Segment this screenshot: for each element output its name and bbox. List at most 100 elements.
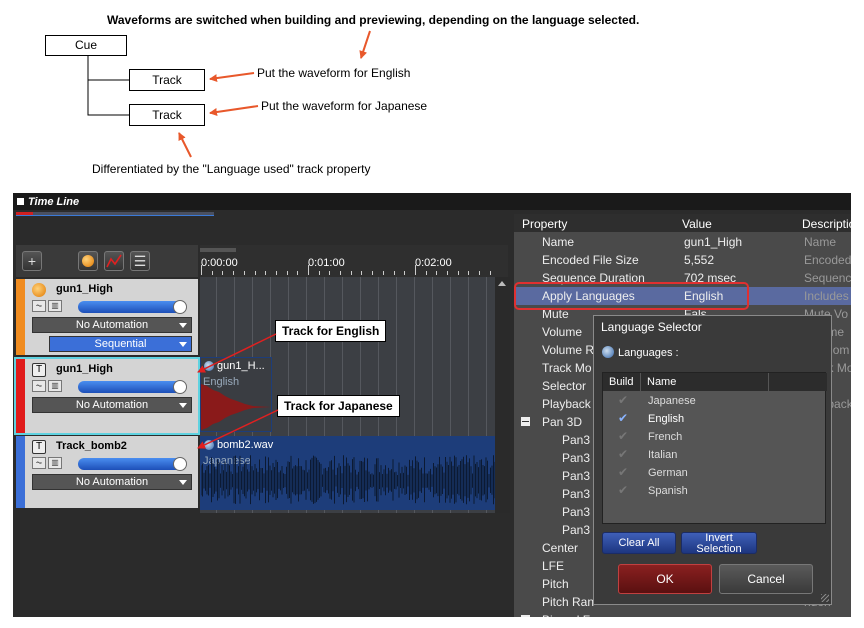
volume-slider[interactable] — [78, 380, 187, 394]
track-type-icon: T — [32, 440, 46, 454]
ruler-tick — [287, 271, 288, 275]
language-name: French — [648, 431, 683, 443]
volume-slider[interactable] — [78, 300, 187, 314]
property-name: Pitch — [542, 577, 569, 591]
ruler-tick — [490, 271, 491, 275]
property-name: Center — [542, 541, 579, 555]
waveform-toggle-icon[interactable]: ⏦ — [32, 380, 46, 392]
clear-all-button[interactable]: Clear All — [602, 532, 676, 554]
property-name: Biquad F — [542, 613, 590, 617]
build-checkbox[interactable]: ✔ — [618, 393, 628, 407]
scroll-up-icon[interactable] — [498, 281, 506, 286]
ruler-scroll-thumb[interactable] — [200, 248, 236, 252]
note-japanese: Put the waveform for Japanese — [261, 99, 428, 113]
ok-button[interactable]: OK — [618, 564, 712, 594]
cancel-button[interactable]: Cancel — [719, 564, 813, 594]
ruler-tick — [447, 271, 448, 275]
volume-slider-knob[interactable] — [173, 457, 187, 471]
automation-curve-button[interactable] — [104, 251, 124, 271]
language-row[interactable]: ✔ Japanese — [603, 392, 827, 410]
volume-slider-knob[interactable] — [173, 300, 187, 314]
waveform-toggle-icon[interactable]: ⏦ — [32, 300, 46, 312]
clip-japanese[interactable]: bomb2.wav Japanese — [200, 436, 497, 510]
waveform-toggle-icon[interactable]: ⏦ — [32, 457, 46, 469]
build-checkbox[interactable]: ✔ — [618, 465, 628, 479]
mute-toggle-icon[interactable]: ▥ — [48, 457, 62, 469]
language-name: Italian — [648, 449, 678, 461]
property-value[interactable]: gun1_High — [684, 235, 742, 249]
apply-languages-highlight — [514, 282, 749, 310]
languages-list-header: Build Name — [603, 373, 827, 391]
collapse-icon[interactable] — [521, 417, 530, 426]
col-separator — [640, 373, 641, 391]
build-checkbox[interactable]: ✔ — [618, 483, 628, 497]
property-row[interactable]: Encoded File Size 5,552 Encoded — [514, 251, 851, 269]
ruler-tick — [265, 271, 266, 275]
invert-selection-button[interactable]: Invert Selection — [681, 532, 757, 555]
list-view-button[interactable]: ☰ — [130, 251, 150, 271]
collapse-icon[interactable] — [521, 615, 530, 617]
track-type-icon: T — [32, 363, 46, 377]
languages-list: Build Name ✔ Japanese ✔ English ✔ French ✔ Ital… — [602, 372, 827, 524]
language-row[interactable]: ✔ English — [603, 410, 827, 428]
property-description: Name — [804, 235, 837, 249]
ruler-tick — [394, 271, 395, 275]
mute-toggle-icon[interactable]: ▥ — [48, 300, 62, 312]
orange-ball-icon — [82, 255, 94, 267]
ruler-tick — [244, 271, 245, 275]
resize-grip-icon[interactable] — [821, 594, 829, 602]
language-row[interactable]: ✔ Spanish — [603, 482, 827, 500]
language-name: English — [648, 413, 685, 425]
cue-box: Cue — [45, 35, 127, 56]
ruler-tick — [458, 271, 459, 275]
property-name: Selector — [542, 379, 587, 393]
property-row[interactable]: Name gun1_High Name — [514, 233, 851, 251]
automation-dropdown-value: No Automation — [75, 476, 149, 488]
automation-dropdown[interactable]: No Automation — [32, 317, 192, 333]
track-row-cue[interactable]: gun1_High ⏦ ▥ No Automation Sequential — [16, 279, 198, 355]
language-selector-dialog: Language Selector Languages : Build Name… — [593, 315, 832, 605]
volume-slider[interactable] — [78, 457, 187, 471]
ruler-tick — [222, 271, 223, 275]
globe-icon — [602, 346, 614, 358]
build-checkbox[interactable]: ✔ — [618, 411, 628, 425]
overview-strip[interactable] — [16, 212, 214, 216]
tree-line-japanese — [87, 80, 129, 116]
volume-slider-knob[interactable] — [173, 380, 187, 394]
property-value[interactable]: 5,552 — [684, 253, 714, 267]
track-name: Track_bomb2 — [56, 440, 127, 452]
language-row[interactable]: ✔ Italian — [603, 446, 827, 464]
dialog-title: Language Selector — [601, 320, 702, 334]
curve-icon — [106, 254, 122, 268]
waveform-english — [201, 384, 271, 430]
automation-dropdown[interactable]: No Automation — [32, 397, 192, 413]
timeline-vertical-scrollbar[interactable] — [495, 277, 510, 513]
languages-label: Languages : — [618, 347, 679, 359]
track-row-english[interactable]: T gun1_High ⏦ ▥ No Automation — [14, 357, 200, 435]
col-build: Build — [609, 376, 634, 388]
ruler-tick — [276, 271, 277, 275]
add-track-button[interactable]: + — [22, 251, 42, 271]
build-checkbox[interactable]: ✔ — [618, 447, 628, 461]
language-row[interactable]: ✔ German — [603, 464, 827, 482]
ruler-tick — [479, 271, 480, 275]
ruler-tick — [319, 271, 320, 275]
build-checkbox[interactable]: ✔ — [618, 429, 628, 443]
track-row-japanese[interactable]: T Track_bomb2 ⏦ ▥ No Automation — [16, 436, 198, 508]
screenshot-root: Waveforms are switched when building and… — [0, 0, 864, 628]
time-ruler[interactable]: 0:00:00 0:01:00 0:02:00 — [200, 245, 508, 277]
mute-toggle-icon[interactable]: ▥ — [48, 380, 62, 392]
record-button[interactable] — [78, 251, 98, 271]
ruler-label-0: 0:00:00 — [201, 257, 238, 269]
ruler-label-2: 0:02:00 — [415, 257, 452, 269]
window-titlebar: Time Line — [13, 193, 851, 210]
clip-english[interactable]: gun1_H... English — [200, 357, 272, 432]
automation-dropdown[interactable]: No Automation — [32, 474, 192, 490]
sequence-type-dropdown[interactable]: Sequential — [49, 336, 192, 352]
language-row[interactable]: ✔ French — [603, 428, 827, 446]
col-name: Name — [647, 376, 677, 388]
note-property: Differentiated by the "Language used" tr… — [92, 162, 371, 176]
window-square-icon — [17, 198, 24, 205]
property-row[interactable]: Biquad F — [514, 611, 851, 617]
waveform-japanese — [201, 455, 497, 505]
